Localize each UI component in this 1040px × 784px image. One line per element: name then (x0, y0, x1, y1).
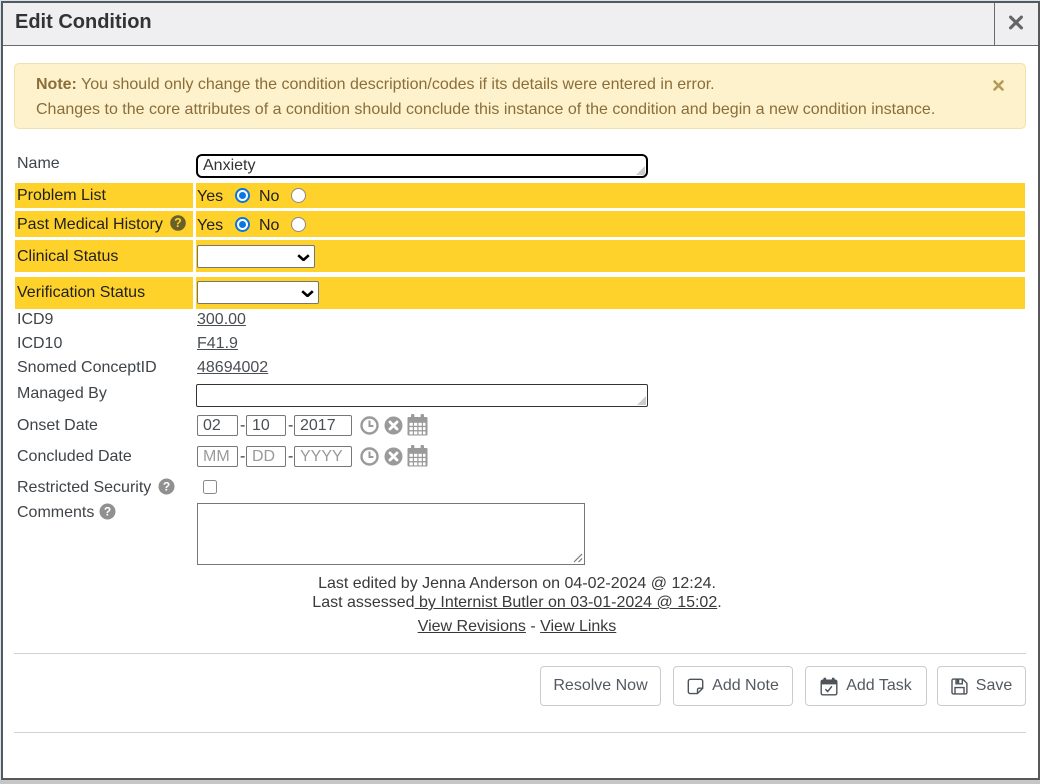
svg-text:?: ? (104, 505, 111, 519)
svg-text:?: ? (174, 216, 182, 230)
svg-text:?: ? (163, 480, 170, 494)
